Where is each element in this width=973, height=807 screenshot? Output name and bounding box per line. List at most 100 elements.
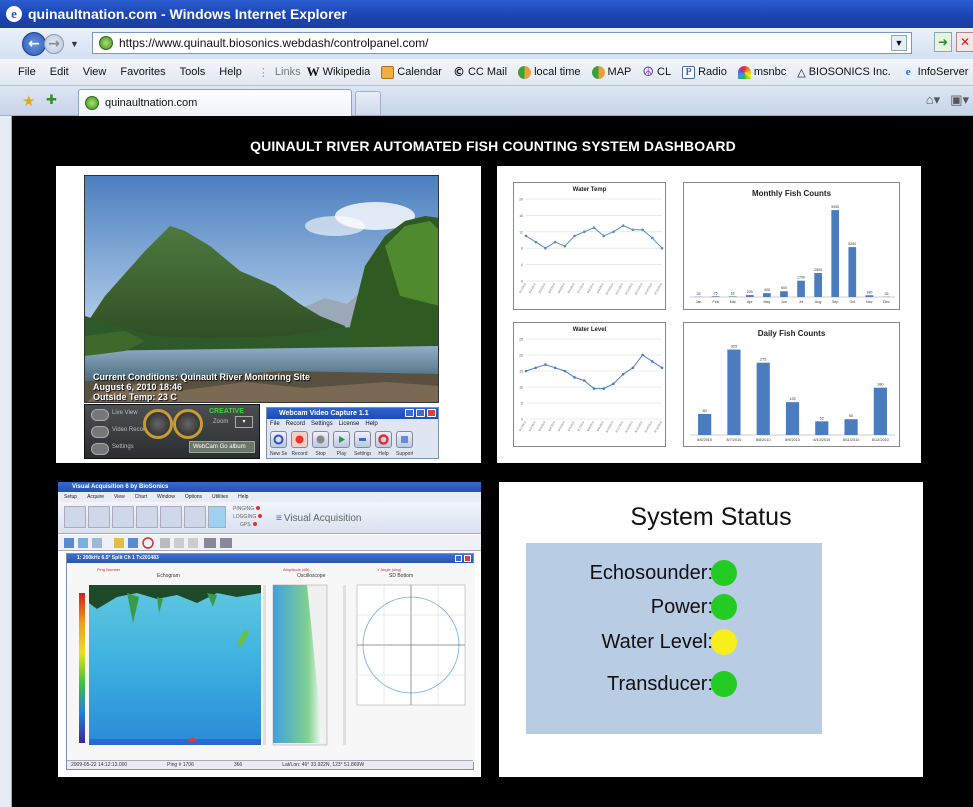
close-icon[interactable] (427, 409, 436, 417)
add-favorites-icon[interactable]: ✚ (46, 92, 57, 108)
sonar-tool-button[interactable] (64, 506, 86, 528)
go-button[interactable]: ➜ (934, 32, 952, 52)
menu-edit[interactable]: Edit (50, 66, 69, 78)
forward-button[interactable]: → (44, 33, 64, 54)
link-calendar[interactable]: Calendar (381, 65, 442, 79)
minimize-icon[interactable] (405, 409, 414, 417)
sonar-menu-utilities[interactable]: Utilities (212, 492, 228, 502)
link-infoserver[interactable]: e InfoServer (901, 65, 968, 79)
history-dropdown-icon[interactable]: ▼ (70, 39, 79, 49)
link-map[interactable]: MAP (591, 65, 631, 79)
x-tick-label: Dec (883, 300, 890, 304)
sonar-tool-button[interactable] (160, 506, 182, 528)
toolbar-icon[interactable] (220, 538, 232, 548)
bar (727, 349, 741, 435)
vc-menu-license[interactable]: License (339, 419, 360, 429)
toolbar-icon[interactable] (174, 538, 184, 548)
toolbar-icon[interactable] (188, 538, 198, 548)
toolbar-icon[interactable] (92, 538, 102, 548)
data-point (553, 366, 557, 370)
video-recording-button[interactable] (91, 426, 109, 438)
sonar-menu-options[interactable]: Options (185, 492, 202, 502)
menu-file[interactable]: File (18, 66, 36, 78)
link-biosonics[interactable]: △ BIOSONICS Inc. (797, 66, 890, 79)
back-button[interactable]: ← (22, 31, 46, 56)
biosonics-icon: △ (797, 66, 806, 79)
toolbar-icon[interactable] (204, 538, 216, 548)
menu-help[interactable]: Help (219, 66, 242, 78)
home-icon[interactable]: ⌂▾ (926, 92, 940, 108)
sonar-menu-help[interactable]: Help (238, 492, 248, 502)
help-button[interactable] (375, 431, 392, 448)
ie-icon: e (901, 65, 915, 79)
vc-menu-help[interactable]: Help (365, 419, 377, 429)
live-view-button[interactable] (91, 409, 109, 421)
vc-menu-file[interactable]: File (270, 419, 280, 429)
toolbar-icon[interactable] (114, 538, 124, 548)
feeds-icon[interactable]: ▣▾ (950, 92, 969, 108)
toolbar-icon[interactable] (78, 538, 88, 548)
vc-menu-settings[interactable]: Settings (311, 419, 333, 429)
capture-dial-icon[interactable] (143, 409, 173, 439)
maximize-icon[interactable] (416, 409, 425, 417)
data-point (621, 224, 625, 227)
close-icon[interactable] (464, 555, 471, 562)
status-dot-icon (252, 522, 257, 526)
menu-view[interactable]: View (83, 66, 107, 78)
play-button[interactable] (333, 431, 350, 448)
status-dot-icon (256, 506, 261, 510)
sonar-tool-button[interactable] (88, 506, 110, 528)
address-toolbar: ← → ▼ https://www.quinault.biosonics.web… (0, 28, 973, 59)
sonar-tool-button[interactable] (136, 506, 158, 528)
link-wikipedia[interactable]: W Wikipedia (307, 64, 371, 80)
record-button[interactable] (291, 431, 308, 448)
address-dropdown-icon[interactable]: ▼ (891, 35, 907, 51)
link-cl[interactable]: ☮ CL (642, 64, 671, 80)
toolbar-icon[interactable] (128, 538, 138, 548)
webcam-album-button[interactable]: WebCam Go album (189, 441, 255, 453)
menu-favorites[interactable]: Favorites (120, 66, 165, 78)
stop-button[interactable] (312, 431, 329, 448)
daily-counts-plot: 80 8/6/2010 325 8/7/2010 275 8/8/2010 125 8/9/2… (690, 345, 895, 442)
zoom-select[interactable]: ▾ (235, 416, 253, 428)
sonar-tool-button[interactable] (184, 506, 206, 528)
sonar-tool-button[interactable] (112, 506, 134, 528)
x-tick-label: Apr (747, 300, 753, 304)
crosshair-icon[interactable] (142, 537, 154, 549)
record-dial-icon[interactable] (173, 409, 203, 439)
x-tick-label: 8/4/2010 (547, 282, 556, 294)
toolbar-icon[interactable] (160, 538, 170, 548)
pinging-indicator: PINGING (233, 506, 261, 512)
sonar-menu-chart[interactable]: Chart (135, 492, 147, 502)
link-msnbc[interactable]: msnbc (737, 65, 786, 79)
new-tab-button[interactable] (355, 91, 381, 115)
favorites-star-icon[interactable]: ★ (22, 92, 35, 110)
menu-tools[interactable]: Tools (180, 66, 206, 78)
tab-quinaultnation[interactable]: quinaultnation.com (78, 89, 352, 116)
sonar-menu-setup[interactable]: Setup (64, 492, 77, 502)
vc-menu-record[interactable]: Record (286, 419, 305, 429)
video-capture-labels: New Session Record Stop Play Settings He… (270, 451, 413, 457)
link-radio[interactable]: P Radio (682, 65, 727, 79)
sonar-menu-window[interactable]: Window (157, 492, 175, 502)
sonar-menu-view[interactable]: View (114, 492, 125, 502)
link-local-time[interactable]: local time (518, 65, 581, 79)
data-point (524, 234, 528, 238)
link-cc-mail[interactable]: © CC Mail (453, 65, 507, 79)
maximize-icon[interactable] (455, 555, 462, 562)
sonar-tool-button-active[interactable] (208, 506, 226, 528)
bar (780, 291, 788, 297)
support-button[interactable] (396, 431, 413, 448)
status-label-echosounder: Echosounder: (589, 561, 713, 584)
sonar-menu-acquire[interactable]: Acquire (87, 492, 104, 502)
y-tick-label: 20 (519, 198, 523, 202)
x-tick-label: Jan (696, 300, 702, 304)
stop-button[interactable]: ✕ (956, 32, 973, 52)
data-label: 275 (760, 358, 766, 362)
address-input[interactable]: https://www.quinault.biosonics.webdash/c… (92, 32, 912, 54)
settings-button[interactable] (91, 443, 109, 455)
y-tick-label: 4 (521, 263, 523, 267)
toolbar-icon[interactable] (64, 538, 74, 548)
new-session-button[interactable] (270, 431, 287, 448)
settings-tool-button[interactable] (354, 431, 371, 448)
